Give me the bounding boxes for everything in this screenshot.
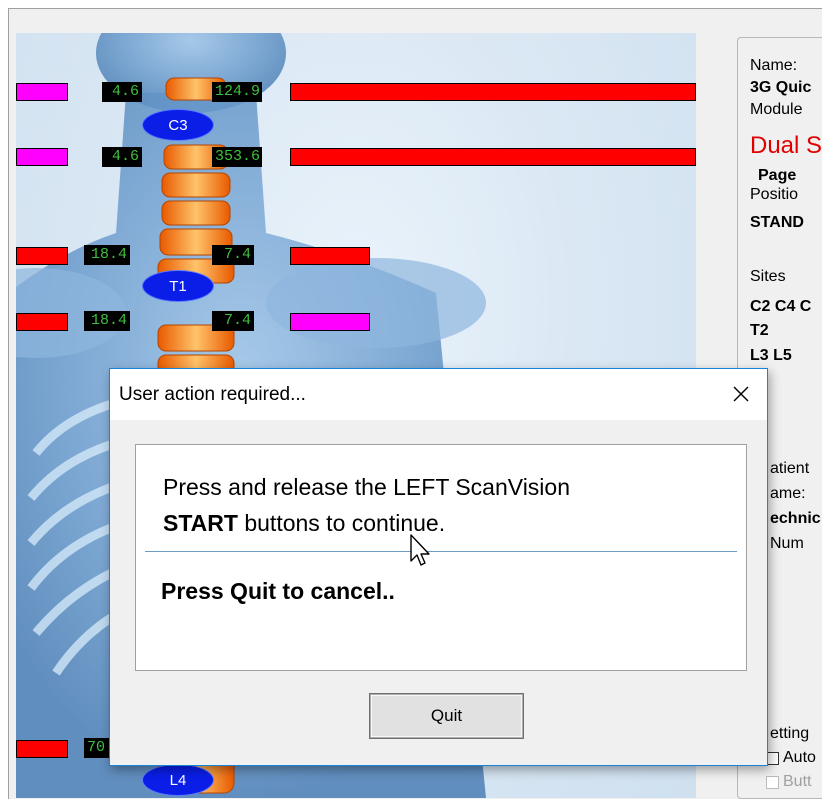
sites-label: Sites [750,268,786,285]
user-action-dialog: User action required... Press and releas… [109,368,768,766]
position-label: Positio [750,186,799,203]
right-bar-row3 [290,247,370,265]
right-value-row4: 7.4 [212,311,254,331]
left-bar-row2 [16,148,68,166]
sites-line1: C2 C4 C [750,298,812,315]
right-bar-row2 [290,148,696,166]
button-label: Butt [783,773,812,790]
auto-label: Auto [783,749,816,766]
message-divider [145,551,737,552]
button-checkbox[interactable] [766,776,779,789]
vertebra-l4: L4 [142,764,214,796]
patient-label: atient [770,460,810,477]
left-value-row1: 4.6 [102,82,142,102]
quit-button[interactable]: Quit [370,694,523,738]
sites-line2: T2 [750,322,769,339]
number-label: Num [770,535,804,552]
left-bar-row3 [16,247,68,265]
sites-line3: L3 L5 [750,347,792,364]
name-label: Name: [750,57,798,74]
vertebra-c3: C3 [142,109,214,141]
message-line2: START buttons to continue. [163,510,445,537]
right-value-row3: 7.4 [212,245,254,265]
module-value: Dual S [750,132,822,159]
right-value-row2: 353.6 [212,147,262,167]
message-start-word: START [163,510,238,536]
left-bar-row4 [16,313,68,331]
message-cancel-hint: Press Quit to cancel.. [161,578,395,604]
right-value-row1: 124.9 [212,82,262,102]
page-label: Page [758,167,797,184]
left-bar-row1 [16,83,68,101]
message-line2-rest: buttons to continue. [237,510,446,536]
settings-label: etting [770,725,810,742]
name-value: 3G Quic [750,79,812,96]
left-value-row4: 18.4 [84,311,130,331]
close-icon [733,386,749,402]
vertebra-t1: T1 [142,270,214,302]
dialog-titlebar[interactable]: User action required... [110,369,767,420]
left-value-row3: 18.4 [84,245,130,265]
left-bar-row5 [16,740,68,758]
technician-label: echnic [770,510,821,527]
right-bar-row4 [290,313,370,331]
position-value: STAND [750,214,804,231]
message-box: Press and release the LEFT ScanVision ST… [135,444,747,671]
patient-name-label: ame: [770,485,806,502]
right-bar-row1 [290,83,696,101]
message-line1: Press and release the LEFT ScanVision [163,474,570,500]
dialog-title: User action required... [119,384,306,405]
close-button[interactable] [719,375,763,413]
left-value-row2: 4.6 [102,147,142,167]
module-label: Module [750,101,803,118]
